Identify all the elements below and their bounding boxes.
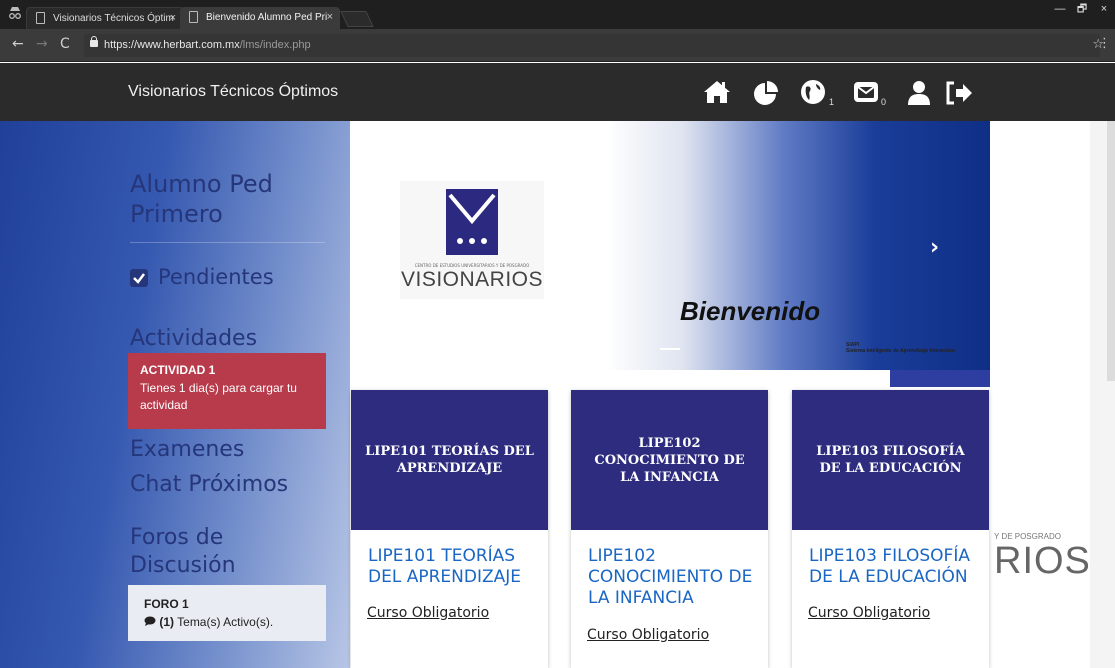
close-button[interactable]: ×: [1093, 0, 1115, 18]
reload-icon[interactable]: C: [60, 35, 70, 53]
back-arrow-icon[interactable]: ←: [12, 35, 24, 53]
background-logo-text: RIOS: [994, 540, 1091, 582]
tab-close-icon[interactable]: ×: [327, 10, 333, 24]
incognito-icon: [8, 6, 22, 24]
student-name: Alumno Ped Primero: [130, 170, 273, 228]
siap-caption: SIAPI Sistema Inteligente de Aprendizaje…: [846, 342, 955, 354]
welcome-carousel: CENTRO DE ESTUDIOS UNIVERSITARIOS Y DE P…: [350, 121, 990, 370]
globe-count-badge: 1: [829, 97, 835, 107]
logo-emblem: [446, 189, 498, 255]
forum-title: FORO 1: [144, 597, 189, 611]
tab-title: Bienvenido Alumno Ped Pri: [206, 12, 328, 23]
examenes-link[interactable]: Examenes: [130, 436, 244, 464]
new-tab-button[interactable]: [340, 11, 374, 27]
course-card[interactable]: LIPE101 TEORÍAS DEL APRENDIZAJE LIPE101 …: [351, 390, 548, 668]
carousel-next-icon[interactable]: ›: [930, 235, 939, 260]
home-icon[interactable]: [702, 79, 732, 107]
sidebar-divider: [130, 242, 325, 243]
course-card[interactable]: LIPE103 FILOSOFÍA DE LA EDUCACIÓN LIPE10…: [792, 390, 989, 668]
site-header: Visionarios Técnicos Óptimos 1 0: [0, 63, 1115, 121]
forum-message: Tema(s) Activo(s).: [177, 615, 274, 629]
browser-menu-icon[interactable]: ⋮: [1098, 36, 1111, 51]
browser-tab-bar: Visionarios Técnicos Óptim × Bienvenido …: [0, 0, 1115, 29]
course-card-header[interactable]: LIPE102 CONOCIMIENTO DE LA INFANCIA: [571, 390, 768, 530]
page-scrollbar-thumb[interactable]: [1107, 121, 1115, 381]
course-card[interactable]: LIPE102 CONOCIMIENTO DE LA INFANCIA LIPE…: [571, 390, 768, 668]
browser-toolbar: ← → C https://www.herbart.com.mx/lms/ind…: [0, 29, 1115, 62]
course-card-header[interactable]: LIPE101 TEORÍAS DEL APRENDIZAJE: [351, 390, 548, 530]
site-brand[interactable]: Visionarios Técnicos Óptimos: [128, 81, 338, 103]
forum-item[interactable]: FORO 1 (1) Tema(s) Activo(s).: [128, 585, 326, 641]
window-controls: — 🗗 ×: [1049, 0, 1115, 18]
welcome-title: Bienvenido: [680, 296, 821, 326]
tab-title: Visionarios Técnicos Óptim: [53, 13, 174, 24]
course-title-link[interactable]: LIPE102 CONOCIMIENTO DE LA INFANCIA: [588, 546, 758, 609]
background-banner-strip: [890, 369, 990, 387]
user-icon[interactable]: [905, 79, 935, 107]
activity-title: ACTIVIDAD 1: [140, 363, 216, 377]
actividades-heading[interactable]: Actividades: [130, 325, 257, 353]
minimize-button[interactable]: —: [1049, 0, 1071, 18]
course-type-label[interactable]: Curso Obligatorio: [587, 626, 709, 644]
activity-alert[interactable]: ACTIVIDAD 1 Tienes 1 dia(s) para cargar …: [128, 353, 326, 429]
pie-chart-icon[interactable]: [752, 79, 782, 107]
course-title-link[interactable]: LIPE101 TEORÍAS DEL APRENDIZAJE: [368, 546, 538, 588]
address-bar[interactable]: https://www.herbart.com.mx/lms/index.php…: [84, 34, 1104, 57]
tab-visionarios[interactable]: Visionarios Técnicos Óptim ×: [26, 7, 184, 29]
forum-count: (1): [159, 615, 175, 629]
comment-icon: [144, 615, 159, 629]
mail-count-badge: 0: [881, 97, 887, 107]
url-text[interactable]: https://www.herbart.com.mx/lms/index.php: [104, 38, 311, 53]
check-square-icon: [130, 269, 148, 287]
lock-icon: [90, 36, 98, 47]
tab-close-icon[interactable]: ×: [170, 11, 176, 25]
tab-bienvenido[interactable]: Bienvenido Alumno Ped Pri ×: [180, 7, 340, 29]
chat-link[interactable]: Chat Próximos: [130, 471, 288, 499]
restore-button[interactable]: 🗗: [1071, 0, 1093, 18]
course-type-label[interactable]: Curso Obligatorio: [808, 604, 930, 622]
foros-heading[interactable]: Foros de Discusión: [130, 524, 330, 580]
siap-subtitle: Sistema Inteligente de Aprendizaje Inter…: [846, 348, 956, 354]
carousel-indicator[interactable]: [660, 348, 680, 350]
course-card-header[interactable]: LIPE103 FILOSOFÍA DE LA EDUCACIÓN: [792, 390, 989, 530]
visionarios-logo: CENTRO DE ESTUDIOS UNIVERSITARIOS Y DE P…: [400, 181, 544, 299]
forward-arrow-icon[interactable]: →: [36, 35, 48, 53]
pendientes-heading[interactable]: Pendientes: [158, 264, 274, 290]
globe-icon[interactable]: [800, 79, 830, 107]
course-title-link[interactable]: LIPE103 FILOSOFÍA DE LA EDUCACIÓN: [809, 546, 979, 588]
logo-text: VISIONARIOS: [400, 268, 544, 291]
page-icon: [36, 12, 45, 24]
course-type-label[interactable]: Curso Obligatorio: [367, 604, 489, 622]
sidebar: Alumno Ped Primero Pendientes Actividade…: [0, 121, 350, 668]
envelope-icon[interactable]: [852, 79, 882, 107]
forum-summary: (1) Tema(s) Activo(s).: [144, 614, 310, 630]
sign-out-icon[interactable]: [944, 79, 974, 107]
activity-message: Tienes 1 dia(s) para cargar tu actividad: [140, 381, 297, 412]
page-icon: [189, 11, 198, 23]
